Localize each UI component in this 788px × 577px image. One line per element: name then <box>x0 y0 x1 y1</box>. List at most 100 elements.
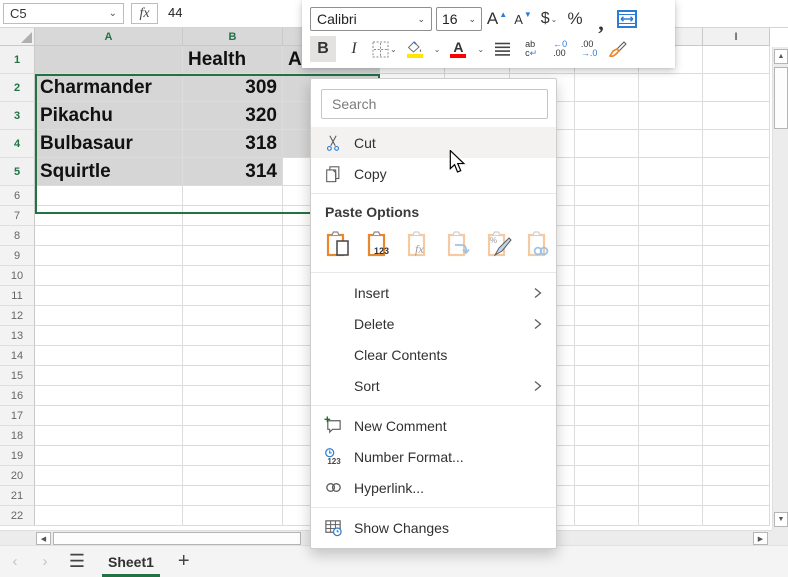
cell-A18[interactable] <box>35 426 183 446</box>
menu-item-delete[interactable]: Delete <box>311 308 556 339</box>
row-header-6[interactable]: 6 <box>0 186 35 206</box>
row-header-21[interactable]: 21 <box>0 486 35 506</box>
menu-item-new-comment[interactable]: New Comment <box>311 410 556 441</box>
alignment-button[interactable] <box>491 36 513 62</box>
increase-decimal-button[interactable]: .00 →.0 <box>578 36 600 62</box>
cell-H2[interactable] <box>639 74 703 102</box>
cell-A9[interactable] <box>35 246 183 266</box>
paste-transpose-button[interactable] <box>445 229 473 259</box>
cell-A2[interactable]: Charmander <box>35 74 183 102</box>
cell-G9[interactable] <box>575 246 639 266</box>
cell-A3[interactable]: Pikachu <box>35 102 183 130</box>
cell-B17[interactable] <box>183 406 283 426</box>
cell-B1[interactable]: Health <box>183 46 283 74</box>
font-color-chevron-icon[interactable]: ⌄ <box>477 45 484 54</box>
cell-G18[interactable] <box>575 426 639 446</box>
cell-B22[interactable] <box>183 506 283 526</box>
menu-item-show-changes[interactable]: Show Changes <box>311 512 556 543</box>
sheet-tab-sheet1[interactable]: Sheet1 <box>102 554 160 570</box>
cell-I21[interactable] <box>703 486 770 506</box>
cell-I5[interactable] <box>703 158 770 186</box>
menu-item-number-format[interactable]: 123 Number Format... <box>311 441 556 472</box>
menu-item-insert[interactable]: Insert <box>311 277 556 308</box>
cell-A15[interactable] <box>35 366 183 386</box>
row-header-4[interactable]: 4 <box>0 130 35 158</box>
row-header-10[interactable]: 10 <box>0 266 35 286</box>
cell-H13[interactable] <box>639 326 703 346</box>
cell-B16[interactable] <box>183 386 283 406</box>
row-header-2[interactable]: 2 <box>0 74 35 102</box>
name-box-chevron-icon[interactable]: ⌄ <box>109 8 117 19</box>
cell-G16[interactable] <box>575 386 639 406</box>
cell-H17[interactable] <box>639 406 703 426</box>
cell-G13[interactable] <box>575 326 639 346</box>
cell-B9[interactable] <box>183 246 283 266</box>
cell-H7[interactable] <box>639 206 703 226</box>
cell-A6[interactable] <box>35 186 183 206</box>
cell-B7[interactable] <box>183 206 283 226</box>
cell-H16[interactable] <box>639 386 703 406</box>
cell-B20[interactable] <box>183 466 283 486</box>
cell-H11[interactable] <box>639 286 703 306</box>
cell-B18[interactable] <box>183 426 283 446</box>
cell-H19[interactable] <box>639 446 703 466</box>
menu-item-cut[interactable]: Cut <box>311 127 556 158</box>
row-header-7[interactable]: 7 <box>0 206 35 226</box>
cell-H8[interactable] <box>639 226 703 246</box>
cell-I10[interactable] <box>703 266 770 286</box>
cell-I3[interactable] <box>703 102 770 130</box>
cell-I6[interactable] <box>703 186 770 206</box>
row-header-3[interactable]: 3 <box>0 102 35 130</box>
horizontal-scroll-thumb[interactable] <box>53 532 301 545</box>
row-header-22[interactable]: 22 <box>0 506 35 526</box>
cell-I1[interactable] <box>703 46 770 74</box>
cell-I16[interactable] <box>703 386 770 406</box>
menu-item-sort[interactable]: Sort <box>311 370 556 401</box>
row-header-18[interactable]: 18 <box>0 426 35 446</box>
cell-A8[interactable] <box>35 226 183 246</box>
cell-G19[interactable] <box>575 446 639 466</box>
cell-B10[interactable] <box>183 266 283 286</box>
scroll-right-button[interactable]: ▶ <box>753 532 768 545</box>
cell-H20[interactable] <box>639 466 703 486</box>
vertical-scrollbar[interactable]: ▲ ▼ <box>772 47 788 530</box>
cell-I7[interactable] <box>703 206 770 226</box>
cell-B14[interactable] <box>183 346 283 366</box>
scroll-up-button[interactable]: ▲ <box>774 49 788 64</box>
cell-H9[interactable] <box>639 246 703 266</box>
cell-A12[interactable] <box>35 306 183 326</box>
cell-A4[interactable]: Bulbasaur <box>35 130 183 158</box>
cell-I14[interactable] <box>703 346 770 366</box>
row-header-19[interactable]: 19 <box>0 446 35 466</box>
sheet-list-menu-button[interactable]: ☰ <box>60 551 94 572</box>
column-header-I[interactable]: I <box>703 28 770 46</box>
cell-B11[interactable] <box>183 286 283 306</box>
cell-G17[interactable] <box>575 406 639 426</box>
cell-B13[interactable] <box>183 326 283 346</box>
cell-A1[interactable] <box>35 46 183 74</box>
cell-A13[interactable] <box>35 326 183 346</box>
cell-I15[interactable] <box>703 366 770 386</box>
cell-I19[interactable] <box>703 446 770 466</box>
cell-H4[interactable] <box>639 130 703 158</box>
row-header-1[interactable]: 1 <box>0 46 35 74</box>
row-header-20[interactable]: 20 <box>0 466 35 486</box>
fx-button[interactable]: fx <box>131 3 158 24</box>
name-box[interactable]: C5 ⌄ <box>3 3 124 24</box>
cell-G22[interactable] <box>575 506 639 526</box>
cell-H5[interactable] <box>639 158 703 186</box>
next-sheet-button[interactable]: › <box>30 553 60 570</box>
shrink-font-button[interactable]: A▼ <box>512 6 534 32</box>
cell-I9[interactable] <box>703 246 770 266</box>
row-header-17[interactable]: 17 <box>0 406 35 426</box>
paste-link-button[interactable] <box>525 229 553 259</box>
cell-G3[interactable] <box>575 102 639 130</box>
paste-formulas-button[interactable]: fx <box>405 229 433 259</box>
format-painter-button[interactable] <box>607 36 629 62</box>
cell-A17[interactable] <box>35 406 183 426</box>
cell-H15[interactable] <box>639 366 703 386</box>
cell-B5[interactable]: 314 <box>183 158 283 186</box>
cell-H18[interactable] <box>639 426 703 446</box>
row-header-9[interactable]: 9 <box>0 246 35 266</box>
cell-A16[interactable] <box>35 386 183 406</box>
